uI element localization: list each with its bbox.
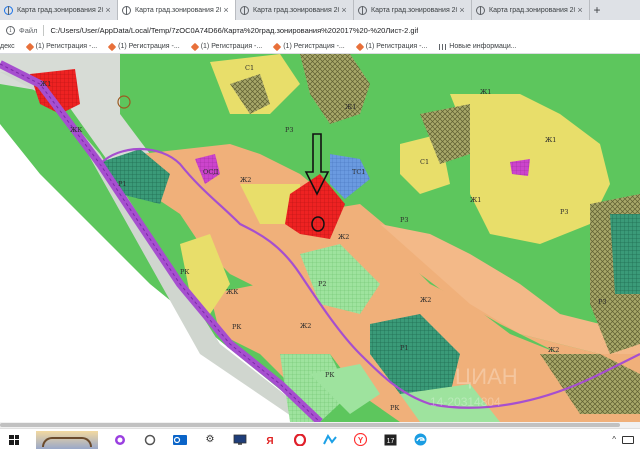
- label-r2: Р2: [318, 280, 327, 288]
- maple-leaf-icon: [107, 42, 117, 51]
- news-icon: [439, 43, 447, 50]
- new-tab-button[interactable]: +: [590, 0, 604, 20]
- label-zh1-d: Ж1: [480, 88, 491, 96]
- label-r3-b: Р3: [560, 208, 569, 216]
- label-rk-d: РК: [390, 404, 399, 412]
- windows-start-icon[interactable]: [6, 432, 22, 448]
- label-r1-b: Р1: [400, 344, 409, 352]
- bookmarks-bar: декс (1) Регистрация -... (1) Регистраци…: [0, 40, 640, 54]
- maple-leaf-icon: [25, 42, 34, 51]
- cortana-icon[interactable]: [142, 432, 158, 448]
- watermark-line1: ЦИАН: [455, 364, 518, 389]
- label-r1: Р1: [118, 180, 127, 188]
- browser-tab-active[interactable]: Карта град.зонирования 2017 ×: [118, 0, 236, 20]
- bookmark-item[interactable]: (1) Регистрация -...: [355, 42, 428, 51]
- url-input[interactable]: C:/Users/User/AppData/Local/Temp/7zOC0A7…: [50, 26, 418, 35]
- label-s1: С1: [245, 64, 254, 72]
- network-icon[interactable]: [622, 435, 634, 444]
- outlook-icon[interactable]: [172, 432, 188, 448]
- svg-text:Я: Я: [266, 436, 273, 446]
- label-zh1-e: Ж1: [345, 103, 356, 111]
- bookmark-label: (1) Регистрация -...: [200, 43, 263, 50]
- app-icon[interactable]: 17: [382, 432, 398, 448]
- yandex-browser-icon[interactable]: Y: [352, 432, 368, 448]
- svg-text:17: 17: [386, 438, 394, 445]
- bookmark-item[interactable]: (1) Регистрация -...: [272, 42, 345, 51]
- globe-icon: [358, 5, 367, 15]
- label-zhk: ЖК: [70, 126, 82, 134]
- yandex-icon[interactable]: Я: [262, 432, 278, 448]
- label-zhk-b: ЖК: [226, 288, 238, 296]
- tab-title: Карта град.зонирования 2017: [371, 6, 457, 14]
- globe-icon: [476, 5, 485, 15]
- taskbar-image-thumbnail[interactable]: [36, 430, 98, 449]
- browser-tab[interactable]: Карта град.зонирования 2017 ×: [236, 0, 354, 20]
- maple-leaf-icon: [355, 42, 364, 51]
- browser-tab[interactable]: Карта град.зонирования 2017 ×: [472, 0, 590, 20]
- label-rk-c: РК: [180, 268, 189, 276]
- watermark-line2: 14-20314804: [430, 395, 501, 409]
- label-zh2-e: Ж2: [548, 346, 559, 354]
- avatar-circle-icon[interactable]: [112, 432, 128, 448]
- gear-icon[interactable]: ⚙: [202, 432, 218, 448]
- tab-title: Карта град.зонирования 2017: [17, 6, 103, 14]
- close-icon[interactable]: ×: [339, 5, 349, 15]
- bookmark-label: (1) Регистрация -...: [35, 43, 98, 50]
- tab-strip: Карта град.зонирования 2017 × Карта град…: [0, 0, 640, 20]
- label-zh2-b: Ж2: [338, 233, 349, 241]
- label-ts1: ТС1: [352, 168, 365, 176]
- globe-icon: [122, 5, 131, 15]
- label-zh2-d: Ж2: [420, 296, 431, 304]
- maple-leaf-icon: [190, 42, 199, 51]
- opera-icon[interactable]: [292, 432, 308, 448]
- label-r3-d: Р3: [400, 216, 409, 224]
- scheme-label: Файл: [19, 25, 38, 35]
- zoning-map: Ж1 ЖК Р1 ОСД Ж2 С1 Р3 ТС1 Ж2 Р2 ЖК РК Ж2…: [0, 54, 640, 422]
- bookmark-item[interactable]: (1) Регистрация -...: [25, 42, 98, 51]
- bookmark-label: декс: [0, 43, 15, 50]
- globe-icon: [240, 5, 249, 15]
- maple-leaf-icon: [272, 42, 282, 51]
- scrollbar-thumb[interactable]: [0, 423, 620, 427]
- label-zh2-c: Ж2: [300, 322, 311, 330]
- label-rk: РК: [232, 323, 241, 331]
- windows-taskbar: ⚙ Я Y 17 ^: [0, 428, 640, 450]
- address-bar[interactable]: i Файл C:/Users/User/AppData/Local/Temp/…: [0, 20, 640, 40]
- info-icon[interactable]: i: [6, 25, 15, 35]
- edge-icon[interactable]: [412, 432, 428, 448]
- svg-text:Y: Y: [357, 436, 363, 445]
- label-r3-c: Р3: [598, 298, 607, 306]
- label-osd: ОСД: [203, 168, 219, 176]
- label-rk-b: РК: [325, 371, 334, 379]
- bookmark-item[interactable]: декс: [0, 43, 15, 50]
- close-icon[interactable]: ×: [221, 5, 231, 15]
- label-zh1: Ж1: [40, 80, 51, 88]
- label-zh1-c: Ж1: [545, 136, 556, 144]
- tab-title: Карта град.зонирования 2017: [135, 6, 221, 14]
- tab-title: Карта град.зонирования 2017: [489, 6, 575, 14]
- close-icon[interactable]: ×: [457, 5, 467, 15]
- bookmark-label: (1) Регистрация -...: [118, 43, 180, 50]
- bookmark-item[interactable]: (1) Регистрация -...: [190, 42, 263, 51]
- browser-tab[interactable]: Карта град.зонирования 2017 ×: [0, 0, 118, 20]
- browser-tab[interactable]: Карта град.зонирования 2017 ×: [354, 0, 472, 20]
- close-icon[interactable]: ×: [103, 5, 113, 15]
- globe-icon: [4, 5, 13, 15]
- label-zh2: Ж2: [240, 176, 251, 184]
- zoning-map-image: Ж1 ЖК Р1 ОСД Ж2 С1 Р3 ТС1 Ж2 Р2 ЖК РК Ж2…: [0, 54, 640, 422]
- divider: [43, 24, 45, 36]
- label-s1-b: С1: [420, 158, 429, 166]
- label-zh1-b: Ж1: [470, 196, 481, 204]
- bookmark-label: Новые информаци...: [449, 43, 517, 50]
- tv-icon[interactable]: [232, 432, 248, 448]
- mail-icon[interactable]: [322, 432, 338, 448]
- bookmark-label: (1) Регистрация -...: [283, 43, 345, 50]
- tray-chevron-up-icon[interactable]: ^: [612, 435, 616, 444]
- bookmark-item[interactable]: (1) Регистрация -...: [107, 42, 180, 51]
- tab-title: Карта град.зонирования 2017: [253, 6, 339, 14]
- label-r3: Р3: [285, 126, 294, 134]
- close-icon[interactable]: ×: [575, 5, 585, 15]
- bookmark-label: (1) Регистрация -...: [365, 43, 428, 50]
- bookmark-item[interactable]: Новые информаци...: [439, 43, 517, 50]
